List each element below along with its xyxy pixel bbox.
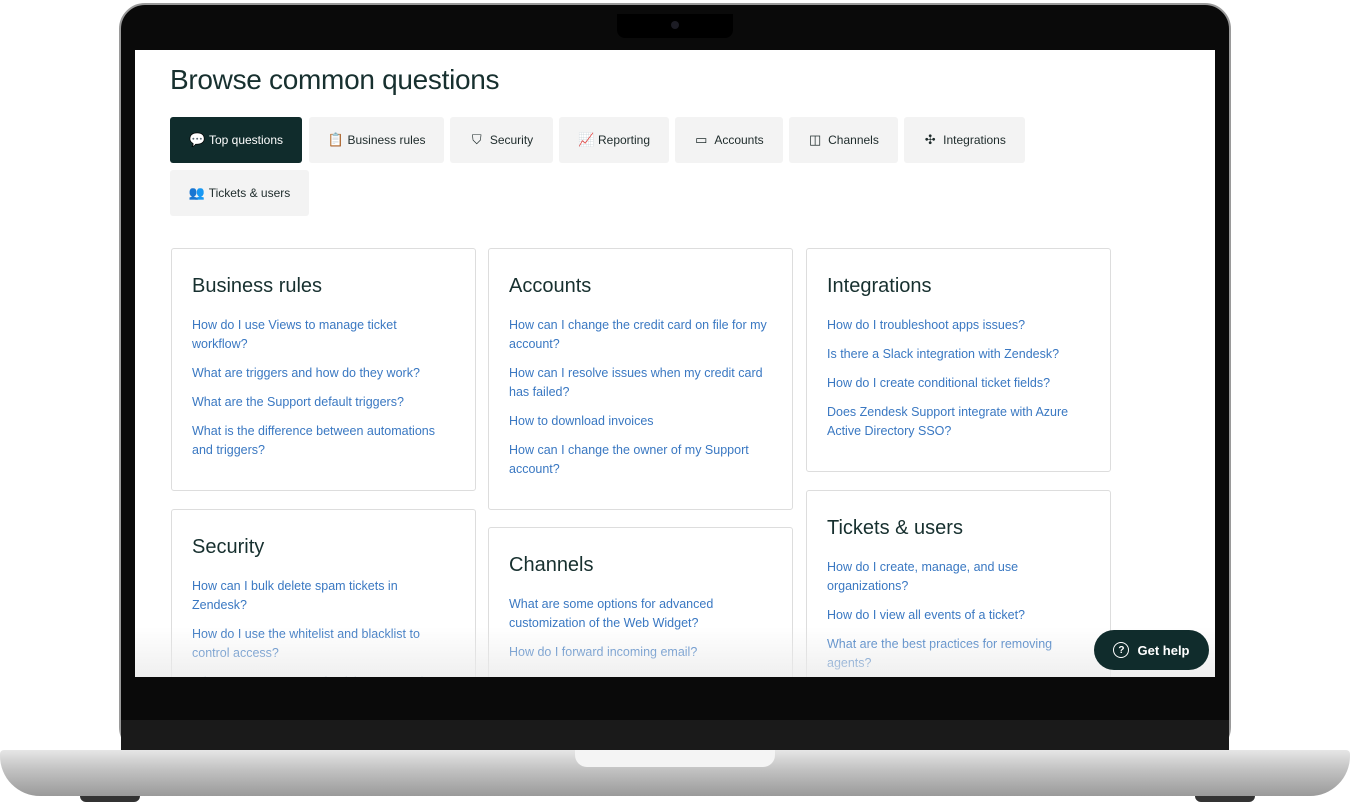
question-link[interactable]: How can I bulk delete spam tickets in Ze…: [192, 577, 455, 615]
card-integrations: Integrations How do I troubleshoot apps i…: [806, 248, 1111, 472]
tab-label: Security: [489, 133, 534, 147]
laptop-thumb-notch: [575, 750, 775, 767]
tab-accounts[interactable]: ▭ Accounts: [675, 117, 783, 163]
card-title: Accounts: [509, 275, 592, 297]
tab-label: Business rules: [347, 133, 426, 147]
question-link[interactable]: How do I use the whitelist and blacklist…: [192, 625, 455, 663]
tab-label: Top questions: [208, 133, 284, 147]
card-security: Security How can I bulk delete spam ticke…: [171, 509, 476, 677]
card-tickets-users: Tickets & users How do I create, manage, …: [806, 490, 1111, 677]
question-link[interactable]: How can I change the credit card on file…: [509, 316, 772, 354]
question-link[interactable]: How do I forward incoming email?: [509, 643, 772, 662]
shield-icon: ⛉: [471, 132, 482, 147]
tab-security[interactable]: ⛉ Security: [450, 117, 553, 163]
question-link[interactable]: How to download invoices: [509, 412, 772, 431]
question-link[interactable]: What are some options for advanced custo…: [509, 595, 772, 633]
page-title: Browse common questions: [170, 64, 500, 95]
get-help-label: Get help: [1137, 642, 1190, 658]
card-title: Integrations: [827, 275, 932, 297]
question-link[interactable]: How do I create, manage, and use organiz…: [827, 558, 1090, 596]
users-icon: 👥: [188, 185, 205, 200]
laptop-foot: [1195, 796, 1255, 802]
puzzle-icon: ✣: [924, 132, 936, 147]
laptop-chin: [121, 720, 1229, 751]
card-channels: Channels What are some options for advanc…: [488, 527, 793, 677]
question-link[interactable]: How do I use Views to manage ticket work…: [192, 316, 455, 354]
tab-top-questions[interactable]: 💬 Top questions: [170, 117, 302, 163]
layout-icon: ◫: [808, 132, 822, 147]
tab-business-rules[interactable]: 📋 Business rules: [309, 117, 444, 163]
question-link[interactable]: How can I change the owner of my Support…: [509, 441, 772, 479]
question-link[interactable]: What are the best practices for removing…: [827, 635, 1090, 673]
card-title: Security: [192, 536, 265, 558]
tab-tickets-users[interactable]: 👥 Tickets & users: [170, 170, 309, 216]
question-link[interactable]: What are some causes for ticket suspensi…: [192, 673, 455, 677]
question-link[interactable]: What are the Support default triggers?: [192, 393, 455, 412]
chat-bubbles-icon: 💬: [188, 132, 206, 147]
card-icon: ▭: [695, 132, 708, 147]
card-accounts: Accounts How can I change the credit card…: [488, 248, 793, 510]
tab-label: Accounts: [714, 133, 764, 147]
question-link[interactable]: How do I create conditional ticket field…: [827, 374, 1090, 393]
card-title: Tickets & users: [827, 517, 963, 539]
question-link[interactable]: How do I troubleshoot apps issues?: [827, 316, 1090, 335]
chart-icon: 📈: [577, 132, 595, 147]
screen: Browse common questions 💬 Top questions 📋 B…: [135, 50, 1215, 677]
question-link[interactable]: How can I resolve issues when my credit …: [509, 364, 772, 402]
card-title: Channels: [509, 554, 594, 576]
tab-channels[interactable]: ◫ Channels: [789, 117, 898, 163]
tab-label: Tickets & users: [208, 186, 291, 200]
question-circle-icon: ?: [1113, 642, 1130, 658]
tab-label: Channels: [828, 133, 879, 147]
question-link[interactable]: How do I view all events of a ticket?: [827, 606, 1090, 625]
tab-integrations[interactable]: ✣ Integrations: [904, 117, 1025, 163]
card-business-rules: Business rules How do I use Views to mana…: [171, 248, 476, 491]
question-link[interactable]: What are triggers and how do they work?: [192, 364, 455, 383]
laptop-foot: [80, 796, 140, 802]
get-help-button[interactable]: ? Get help: [1094, 630, 1209, 670]
tab-label: Integrations: [943, 133, 1006, 147]
camera-icon: [671, 21, 679, 29]
question-link[interactable]: Is there a Slack integration with Zendes…: [827, 345, 1090, 364]
tab-reporting[interactable]: 📈 Reporting: [559, 117, 669, 163]
question-link[interactable]: What is the difference between automatio…: [192, 422, 455, 460]
card-title: Business rules: [192, 275, 323, 297]
question-link[interactable]: Does Zendesk Support integrate with Azur…: [827, 403, 1090, 441]
clipboard-icon: 📋: [327, 132, 344, 147]
tab-label: Reporting: [597, 133, 651, 147]
